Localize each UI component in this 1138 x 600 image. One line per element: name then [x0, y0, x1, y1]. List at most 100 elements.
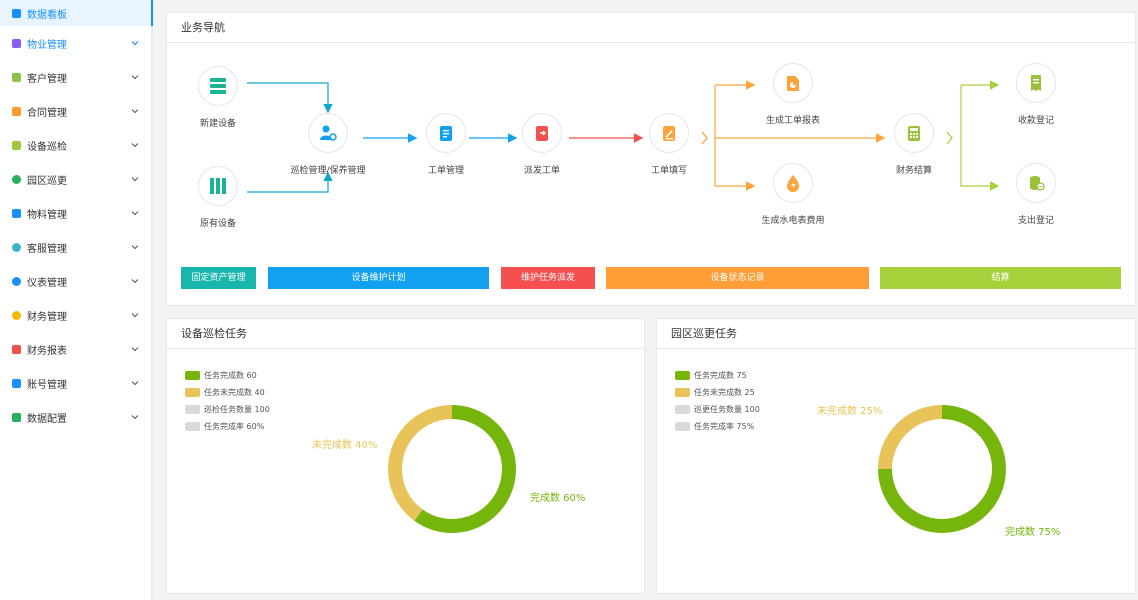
sidebar-item-patrol[interactable]: 园区巡更 [0, 162, 151, 196]
device-status-button[interactable]: 设备状态记录 [606, 267, 869, 289]
chevron-down-icon [131, 143, 139, 148]
panel-title: 业务导航 [167, 13, 1135, 43]
material-icon [12, 208, 21, 218]
config-icon [12, 412, 21, 422]
finance-icon [12, 310, 21, 320]
legend-label: 任务完成数 60 [204, 371, 257, 380]
sidebar-item-label: 仪表管理 [27, 277, 67, 289]
sidebar-item-property[interactable]: 物业管理 [0, 26, 151, 60]
sidebar-item-label: 账号管理 [27, 379, 67, 391]
chevron-down-icon [131, 245, 139, 250]
maintenance-plan-button[interactable]: 设备维护计划 [268, 267, 489, 289]
sidebar-item-label: 设备巡检 [27, 141, 67, 153]
flow-node-existing-device[interactable]: 原有设备 [158, 166, 278, 229]
sidebar-item-label: 财务报表 [27, 345, 67, 357]
flow-node-dispatch[interactable]: 派发工单 [482, 113, 602, 176]
sidebar-item-contract[interactable]: 合同管理 [0, 94, 151, 128]
task-dispatch-button[interactable]: 维护任务派发 [501, 267, 595, 289]
sidebar-item-finance-report[interactable]: 财务报表 [0, 332, 151, 366]
sidebar-item-data-config[interactable]: 数据配置 [0, 400, 151, 434]
panel-title: 设备巡检任务 [167, 319, 644, 349]
flow-node-income[interactable]: 收款登记 [976, 63, 1096, 126]
legend-item[interactable]: 任务完成数 75 [675, 367, 760, 384]
chevron-down-icon [131, 381, 139, 386]
flow-node-label: 生成工单报表 [765, 116, 820, 126]
sidebar-item-service[interactable]: 客服管理 [0, 230, 151, 264]
flow-node-gen-utility[interactable]: 生成水电表费用 [733, 163, 853, 226]
patrol-icon [12, 174, 21, 184]
fixed-asset-button[interactable]: 固定资产管理 [181, 267, 256, 289]
panel-title: 园区巡更任务 [657, 319, 1135, 349]
legend-label: 任务完成数 75 [694, 371, 747, 380]
inspect-icon [12, 140, 21, 150]
chevron-down-icon [131, 415, 139, 420]
legend-swatch [675, 371, 690, 380]
chevron-down-icon [131, 279, 139, 284]
sidebar-item-label: 数据看板 [27, 9, 67, 21]
undone-data-label: 未完成数 40% [312, 440, 378, 451]
flow-node-inspection[interactable]: 巡检管理/保养管理 [268, 113, 388, 176]
sidebar-item-customer[interactable]: 客户管理 [0, 60, 151, 94]
business-flow: 新建设备 原有设备 巡检管理/保养管理 工单管理 派发工单 工单填写 生成工单报… [167, 43, 1137, 273]
legend-item[interactable]: 任务完成数 60 [185, 367, 270, 384]
chevron-down-icon [131, 211, 139, 216]
flow-node-label: 派发工单 [523, 166, 560, 176]
sidebar-item-inspection[interactable]: 设备巡检 [0, 128, 151, 162]
donut-slice-undone[interactable] [388, 405, 452, 521]
donut-chart [878, 405, 1006, 533]
flow-node-label: 生成水电表费用 [761, 216, 825, 226]
equipment-inspection-panel: 设备巡检任务 任务完成数 60 任务未完成数 40 巡检任务数量 100 任务完… [166, 318, 645, 594]
legend-label: 任务完成率 60% [204, 422, 265, 431]
contract-icon [12, 106, 21, 116]
legend-swatch [675, 422, 690, 431]
sidebar-item-account[interactable]: 账号管理 [0, 366, 151, 400]
flow-node-label: 支出登记 [1017, 216, 1054, 226]
sidebar-item-label: 客户管理 [27, 73, 67, 85]
clipboard-icon [426, 113, 466, 153]
settlement-button[interactable]: 结算 [880, 267, 1121, 289]
sidebar-item-label: 物料管理 [27, 209, 67, 221]
legend-item[interactable]: 任务未完成数 40 [185, 384, 270, 401]
sidebar-item-meter[interactable]: 仪表管理 [0, 264, 151, 298]
flow-node-label: 工单填写 [650, 166, 687, 176]
legend-label: 任务未完成数 25 [694, 388, 755, 397]
chevron-down-icon [131, 347, 139, 352]
sidebar-item-label: 客服管理 [27, 243, 67, 255]
report-icon [12, 344, 21, 354]
chevron-down-icon [131, 41, 139, 46]
flow-node-expense[interactable]: 支出登记 [976, 163, 1096, 226]
donut-slice-undone[interactable] [878, 405, 942, 469]
legend-item[interactable]: 巡更任务数量 100 [675, 401, 760, 418]
chart-legend: 任务完成数 75 任务未完成数 25 巡更任务数量 100 任务完成率 75% [675, 367, 760, 435]
legend-item[interactable]: 任务完成率 60% [185, 418, 270, 435]
chevron-down-icon [131, 75, 139, 80]
flow-node-label: 新建设备 [199, 119, 236, 129]
legend-label: 巡更任务数量 100 [694, 405, 760, 414]
done-data-label: 完成数 60% [530, 493, 586, 504]
legend-item[interactable]: 任务完成率 75% [675, 418, 760, 435]
flow-node-gen-report[interactable]: 生成工单报表 [733, 63, 853, 126]
user-gear-icon [308, 113, 348, 153]
legend-swatch [185, 388, 200, 397]
sidebar-item-label: 财务管理 [27, 311, 67, 323]
undone-data-label: 未完成数 25% [817, 406, 883, 417]
done-data-label: 完成数 75% [1005, 527, 1061, 538]
sidebar-item-material[interactable]: 物料管理 [0, 196, 151, 230]
legend-item[interactable]: 巡检任务数量 100 [185, 401, 270, 418]
sidebar-item-finance[interactable]: 财务管理 [0, 298, 151, 332]
sidebar-item-dashboard[interactable]: 数据看板 [0, 0, 153, 26]
sidebar-item-label: 数据配置 [27, 413, 67, 425]
water-drop-icon [773, 163, 813, 203]
legend-item[interactable]: 任务未完成数 25 [675, 384, 760, 401]
chevron-down-icon [131, 109, 139, 114]
legend-label: 巡检任务数量 100 [204, 405, 270, 414]
report-chart-icon [773, 63, 813, 103]
server-icon [198, 66, 238, 106]
flow-node-settlement[interactable]: 财务结算 [854, 113, 974, 176]
flow-node-new-device[interactable]: 新建设备 [158, 66, 278, 129]
chevron-down-icon [131, 313, 139, 318]
sidebar-item-label: 物业管理 [27, 39, 67, 51]
flow-node-fill[interactable]: 工单填写 [609, 113, 729, 176]
flow-node-label: 原有设备 [199, 219, 236, 229]
donut-chart [388, 405, 516, 533]
